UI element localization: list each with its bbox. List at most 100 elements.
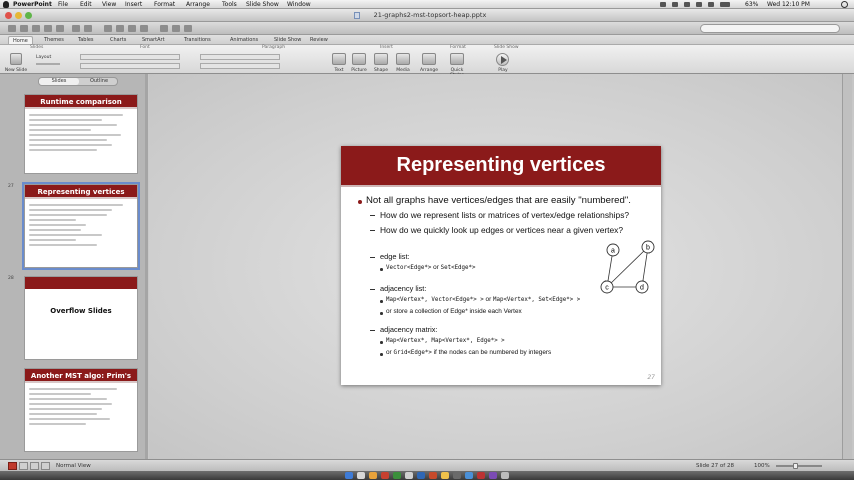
font-name-dropdown[interactable] (80, 54, 180, 60)
app-icon[interactable] (393, 472, 401, 479)
format-icon[interactable] (104, 25, 112, 32)
battery-icon[interactable] (720, 2, 730, 7)
slide-thumbnail[interactable]: Overflow Slides (24, 276, 138, 360)
main-bullet-text[interactable]: Not all graphs have vertices/edges that … (366, 195, 631, 206)
media-button-label[interactable]: Media (390, 68, 416, 73)
menu-format[interactable]: Format (154, 0, 175, 9)
adjacency-list-item[interactable]: or store a collection of Edge* inside ea… (386, 308, 522, 315)
help-icon[interactable] (184, 25, 192, 32)
menu-tools[interactable]: Tools (222, 0, 237, 9)
paragraph-controls[interactable] (200, 54, 280, 60)
shape-icon[interactable] (374, 53, 388, 65)
media-icon[interactable] (396, 53, 410, 65)
reset-button[interactable] (36, 63, 60, 65)
adjacency-list-heading[interactable]: adjacency list: (380, 284, 426, 293)
finder-icon[interactable] (345, 472, 353, 479)
menu-edit[interactable]: Edit (80, 0, 92, 9)
picture-icon[interactable] (352, 53, 366, 65)
notes-view-icon[interactable] (30, 462, 39, 470)
app-icon[interactable] (441, 472, 449, 479)
tab-slides-view[interactable]: Slides (39, 78, 79, 85)
wifi-icon[interactable] (708, 2, 714, 7)
menu-arrange[interactable]: Arrange (186, 0, 210, 9)
menu-file[interactable]: File (58, 0, 68, 9)
undo-icon[interactable] (72, 25, 80, 32)
new-slide-label[interactable]: New Slide (3, 68, 29, 73)
edge-list-heading[interactable]: edge list: (380, 252, 410, 261)
tab-transitions[interactable]: Transitions (180, 36, 215, 44)
edge-list-item[interactable]: Vector<Edge*> or Set<Edge*> (386, 264, 476, 271)
app-icon[interactable] (477, 472, 485, 479)
powerpoint-icon[interactable] (429, 472, 437, 479)
arrange-button-label[interactable]: Arrange (416, 68, 442, 73)
status-menu-icon[interactable] (672, 2, 678, 7)
zoom-window-button[interactable] (25, 12, 32, 19)
tab-slide-show[interactable]: Slide Show (270, 36, 305, 44)
menu-window[interactable]: Window (287, 0, 311, 9)
tab-home[interactable]: Home (8, 36, 33, 44)
close-window-button[interactable] (5, 12, 12, 19)
app-icon[interactable] (417, 472, 425, 479)
app-icon[interactable] (453, 472, 461, 479)
sidebar-scrollbar[interactable] (145, 74, 148, 459)
menu-slideshow[interactable]: Slide Show (246, 0, 279, 9)
menu-app-name[interactable]: PowerPoint (13, 0, 52, 9)
adjacency-list-item[interactable]: Map<Vertex*, Vector<Edge*> > or Map<Vert… (386, 296, 580, 303)
slide-thumbnail[interactable]: Another MST algo: Prim's (24, 368, 138, 452)
layout-button[interactable]: Layout (36, 55, 51, 60)
open-icon[interactable] (32, 25, 40, 32)
new-icon[interactable] (8, 25, 16, 32)
minimize-window-button[interactable] (15, 12, 22, 19)
graph-diagram[interactable]: a b c d (593, 234, 661, 302)
gallery-icon[interactable] (140, 25, 148, 32)
slide-thumbnail-selected[interactable]: Representing vertices (22, 182, 140, 270)
adjacency-matrix-item[interactable]: Map<Vertex*, Map<Vertex*, Edge*> > (386, 337, 505, 344)
play-button-label[interactable]: Play (490, 68, 516, 73)
zoom-slider[interactable] (776, 465, 822, 467)
vertical-scrollbar[interactable] (842, 74, 852, 459)
new-slide-icon[interactable] (10, 53, 22, 65)
sub-bullet-text[interactable]: How do we represent lists or matrices of… (380, 210, 629, 220)
adjacency-matrix-item[interactable]: or Grid<Edge*> if the nodes can be numbe… (386, 349, 551, 356)
normal-view-icon[interactable] (8, 462, 17, 470)
tab-smartart[interactable]: SmartArt (138, 36, 169, 44)
search-input[interactable] (700, 24, 840, 33)
slide-sorter-icon[interactable] (19, 462, 28, 470)
zoom-icon[interactable] (172, 25, 180, 32)
spotlight-search-icon[interactable] (841, 1, 848, 8)
apple-menu-icon[interactable] (3, 1, 9, 8)
insert-chart-icon[interactable] (128, 25, 136, 32)
tab-tables[interactable]: Tables (74, 36, 98, 44)
sub-bullet-text[interactable]: How do we quickly look up edges or verti… (380, 225, 623, 235)
app-icon[interactable] (357, 472, 365, 479)
redo-icon[interactable] (84, 25, 92, 32)
menu-view[interactable]: View (102, 0, 116, 9)
zoom-slider-handle[interactable] (793, 463, 798, 469)
app-icon[interactable] (489, 472, 497, 479)
app-icon[interactable] (381, 472, 389, 479)
trash-icon[interactable] (501, 472, 509, 479)
slideshow-view-icon[interactable] (41, 462, 50, 470)
slide-title[interactable]: Representing vertices (341, 146, 661, 185)
clock[interactable]: Wed 12:10 PM (767, 0, 810, 9)
text-box-icon[interactable] (332, 53, 346, 65)
tab-animations[interactable]: Animations (226, 36, 262, 44)
alignment-controls[interactable] (200, 63, 280, 69)
sidebar-toggle-icon[interactable] (160, 25, 168, 32)
tab-charts[interactable]: Charts (106, 36, 130, 44)
app-icon[interactable] (465, 472, 473, 479)
adjacency-matrix-heading[interactable]: adjacency matrix: (380, 325, 438, 334)
app-icon[interactable] (405, 472, 413, 479)
status-menu-icon[interactable] (660, 2, 666, 7)
insert-table-icon[interactable] (116, 25, 124, 32)
font-style-controls[interactable] (80, 63, 180, 69)
status-menu-icon[interactable] (684, 2, 690, 7)
tab-outline-view[interactable]: Outline (79, 78, 119, 85)
play-slideshow-button[interactable] (496, 53, 509, 66)
slide-thumbnail[interactable]: Runtime comparison (24, 94, 138, 174)
print-icon[interactable] (56, 25, 64, 32)
tab-review[interactable]: Review (306, 36, 332, 44)
tab-themes[interactable]: Themes (40, 36, 68, 44)
save-icon[interactable] (44, 25, 52, 32)
status-menu-icon[interactable] (696, 2, 702, 7)
